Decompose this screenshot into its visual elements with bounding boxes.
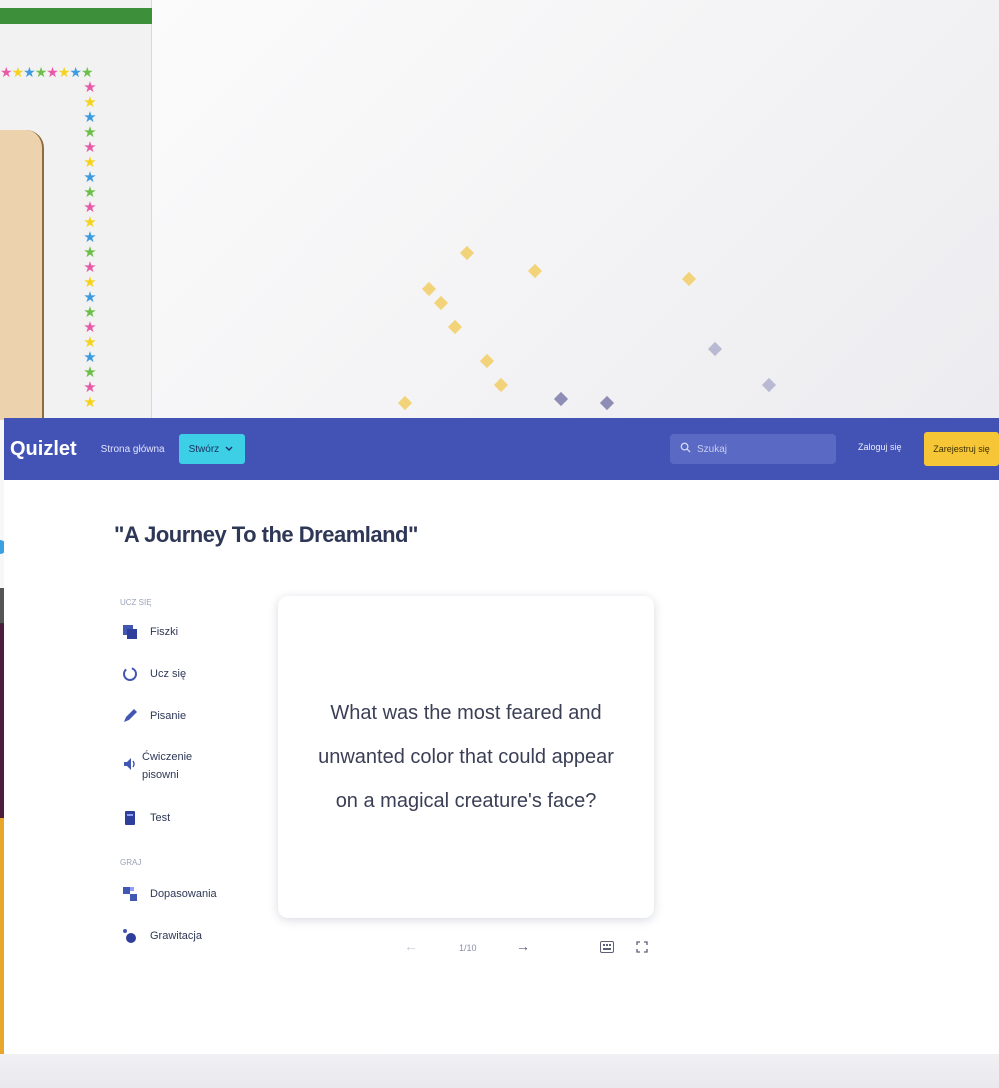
mode-label: Dopasowania	[150, 888, 217, 900]
search-placeholder: Szukaj	[697, 443, 728, 455]
create-button-label: Stwórz	[188, 443, 220, 455]
games-section-heading: GRAJ	[120, 858, 142, 867]
top-navigation: Quizlet Strona główna Stwórz Szukaj Zalo…	[4, 418, 999, 480]
card-counter: 1/10	[459, 943, 477, 953]
login-button[interactable]: Zaloguj się	[858, 442, 902, 452]
quizlet-logo[interactable]: Quizlet	[10, 438, 77, 461]
test-icon	[122, 810, 138, 826]
mode-test[interactable]: Test	[122, 810, 170, 826]
mode-flashcards[interactable]: Fiszki	[122, 624, 178, 640]
mode-label: Ćwiczenie pisowni	[142, 751, 193, 781]
next-button[interactable]: →	[516, 938, 530, 954]
spell-icon	[122, 756, 138, 772]
prev-button[interactable]: ←	[404, 938, 418, 954]
learn-icon	[122, 666, 138, 682]
mode-label: Pisanie	[150, 710, 187, 722]
signup-button[interactable]: Zarejestruj się	[924, 432, 999, 466]
match-icon	[122, 886, 138, 902]
mode-write[interactable]: Pisanie	[122, 708, 186, 724]
mode-label: Fiszki	[150, 626, 179, 638]
bottom-background	[0, 1054, 999, 1088]
mode-learn[interactable]: Ucz się	[122, 666, 186, 682]
search-icon	[680, 442, 691, 456]
home-link[interactable]: Strona główna	[101, 444, 165, 455]
mode-match[interactable]: Dopasowania	[122, 886, 217, 902]
mode-spell[interactable]: Ćwiczenie pisowni	[122, 748, 212, 784]
star-border-side: ★ ★ ★ ★ ★ ★ ★ ★ ★ ★ ★ ★ ★ ★ ★ ★ ★ ★ ★ ★ ★ ★	[83, 80, 97, 411]
mode-label: Ucz się	[150, 668, 187, 680]
flashcard-controls: ← 1/10 →	[4, 938, 999, 962]
set-title: "A Journey To the Dreamland"	[114, 522, 418, 547]
search-input[interactable]: Szukaj	[670, 434, 836, 464]
flashcards-icon	[122, 624, 138, 640]
background-window: ★★★★★★★★ ★ ★ ★ ★ ★ ★ ★ ★ ★ ★ ★ ★ ★ ★ ★ ★ ★ ★ ★ ★ ★ ★	[0, 0, 152, 420]
write-icon	[122, 708, 138, 724]
create-button[interactable]: Stwórz	[178, 434, 245, 464]
flashcard-text: What was the most feared and unwanted co…	[318, 702, 614, 812]
parchment-image	[0, 130, 44, 420]
mode-label: Test	[150, 812, 171, 824]
fullscreen-icon[interactable]	[636, 940, 648, 956]
flashcard[interactable]: What was the most feared and unwanted co…	[278, 596, 654, 918]
green-title-bar	[0, 8, 152, 24]
chevron-down-icon	[225, 444, 233, 455]
learn-section-heading: UCZ SIĘ	[120, 598, 152, 607]
keyboard-icon[interactable]	[600, 940, 614, 956]
quizlet-app: Quizlet Strona główna Stwórz Szukaj Zalo…	[4, 418, 999, 1058]
